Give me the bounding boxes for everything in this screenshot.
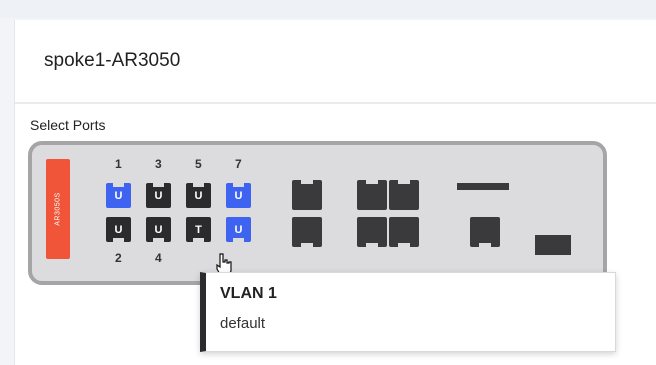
wan-port-1[interactable] — [357, 180, 387, 210]
usb-port[interactable] — [535, 235, 571, 255]
port-5[interactable]: U — [186, 183, 211, 208]
wan-port-4[interactable] — [389, 217, 419, 247]
card-header: spoke1-AR3050 — [15, 20, 656, 104]
port-8[interactable]: U — [226, 217, 251, 242]
top-strip — [0, 0, 656, 18]
port-number-3: 3 — [155, 157, 162, 171]
model-tag: AR3050S — [46, 159, 70, 259]
port-number-7: 7 — [235, 157, 242, 171]
device-title: spoke1-AR3050 — [44, 50, 181, 71]
tooltip-title: VLAN 1 — [220, 285, 277, 302]
port-7[interactable]: U — [226, 183, 251, 208]
tooltip-subtitle: default — [220, 315, 266, 332]
wan-port-3[interactable] — [357, 217, 387, 247]
model-tag-text: AR3050S — [54, 192, 62, 226]
vlan-tooltip: VLAN 1 default — [200, 272, 616, 352]
port-number-5: 5 — [195, 157, 202, 171]
port-number-2: 2 — [115, 251, 122, 265]
port-3[interactable]: U — [146, 183, 171, 208]
expansion-slot — [457, 183, 509, 190]
wan-port-2[interactable] — [389, 180, 419, 210]
port-number-1: 1 — [115, 157, 122, 171]
port-1[interactable]: U — [106, 183, 131, 208]
port-number-4: 4 — [155, 251, 162, 265]
sfp-port-top[interactable] — [292, 180, 322, 210]
port-6[interactable]: T — [186, 217, 211, 242]
port-2[interactable]: U — [106, 217, 131, 242]
switch-faceplate: AR3050S 1 3 5 7 U U U U U U T U 2 4 — [28, 141, 607, 285]
console-port[interactable] — [470, 217, 500, 247]
sfp-port-bottom[interactable] — [292, 217, 322, 247]
port-4[interactable]: U — [146, 217, 171, 242]
select-ports-label: Select Ports — [30, 117, 106, 133]
